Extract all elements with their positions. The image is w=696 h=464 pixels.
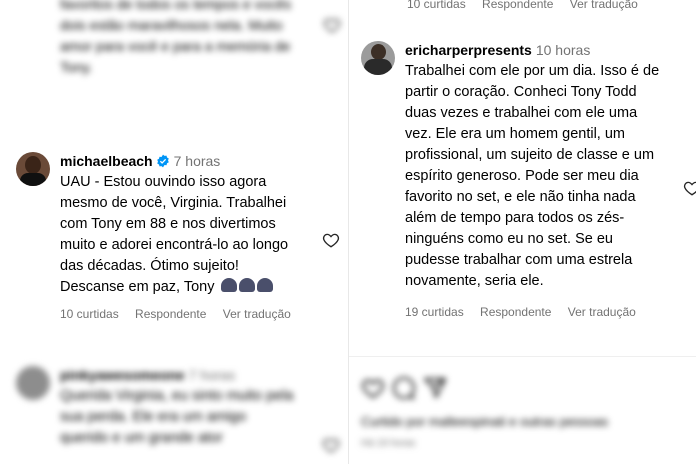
see-translation-button[interactable]: Ver tradução xyxy=(568,305,636,319)
action-bar-divider xyxy=(349,356,696,357)
blurred-previous-comment: favoritos de todos os tempos e vocês doi… xyxy=(60,0,310,78)
like-heart-icon[interactable] xyxy=(683,179,696,197)
comment-text: Querida Virginia, eu sinto muito pela su… xyxy=(60,388,294,446)
previous-comment-meta: 10 curtidas Respondente Ver tradução xyxy=(407,0,651,11)
avatar[interactable] xyxy=(16,152,50,186)
likes-count[interactable]: 10 curtidas xyxy=(60,307,119,321)
like-heart-icon[interactable] xyxy=(323,16,341,34)
liked-by-text[interactable]: Curtido por malteespinati e outras pesso… xyxy=(361,414,608,429)
likes-count[interactable]: 10 curtidas xyxy=(407,0,466,11)
see-translation-button[interactable]: Ver tradução xyxy=(570,0,638,11)
comment-time: 10 horas xyxy=(535,42,591,58)
post-date: Há 19 horas xyxy=(361,438,416,449)
comment-time: 7 horas xyxy=(188,367,236,383)
comment-username[interactable]: michaelbeach xyxy=(60,153,153,169)
blurred-comment-text: favoritos de todos os tempos e vocês doi… xyxy=(60,0,292,75)
praying-hands-emoji-icon xyxy=(238,278,255,292)
praying-hands-emoji-icon xyxy=(220,278,237,292)
like-heart-icon[interactable] xyxy=(322,436,340,454)
praying-hands-emoji-icon xyxy=(256,278,273,292)
comment-text: UAU - Estou ouvindo isso agora mesmo de … xyxy=(60,174,289,295)
share-send-icon[interactable] xyxy=(423,376,447,400)
left-comments-panel: favoritos de todos os tempos e vocês doi… xyxy=(0,0,348,464)
comment-ericharperpresents: ericharperpresents 10 horas Trabalhei com… xyxy=(361,41,691,319)
avatar[interactable] xyxy=(361,41,395,75)
see-translation-button[interactable]: Ver tradução xyxy=(223,307,291,321)
reply-button[interactable]: Respondente xyxy=(135,307,206,321)
comment-time: 7 horas xyxy=(173,153,221,169)
avatar[interactable] xyxy=(16,366,50,400)
comment-username[interactable]: ericharperpresents xyxy=(405,42,532,58)
comment-michaelbeach: michaelbeach 7 horas UAU - Estou ouvindo … xyxy=(16,152,316,321)
comment-bubble-icon[interactable] xyxy=(391,376,415,400)
reply-button[interactable]: Respondente xyxy=(482,0,553,11)
comment-username[interactable]: pinkyawesomeone xyxy=(60,367,185,383)
right-comments-panel: 10 curtidas Respondente Ver tradução eri… xyxy=(348,0,696,464)
likes-count[interactable]: 19 curtidas xyxy=(405,305,464,319)
comment-text: Trabalhei com ele por um dia. Isso é de … xyxy=(405,63,660,289)
comment-blurred: pinkyawesomeone 7 horas Querida Virginia,… xyxy=(16,366,316,449)
like-heart-icon[interactable] xyxy=(361,376,385,400)
like-heart-icon[interactable] xyxy=(322,231,340,249)
reply-button[interactable]: Respondente xyxy=(480,305,551,319)
verified-badge-icon xyxy=(156,154,170,168)
